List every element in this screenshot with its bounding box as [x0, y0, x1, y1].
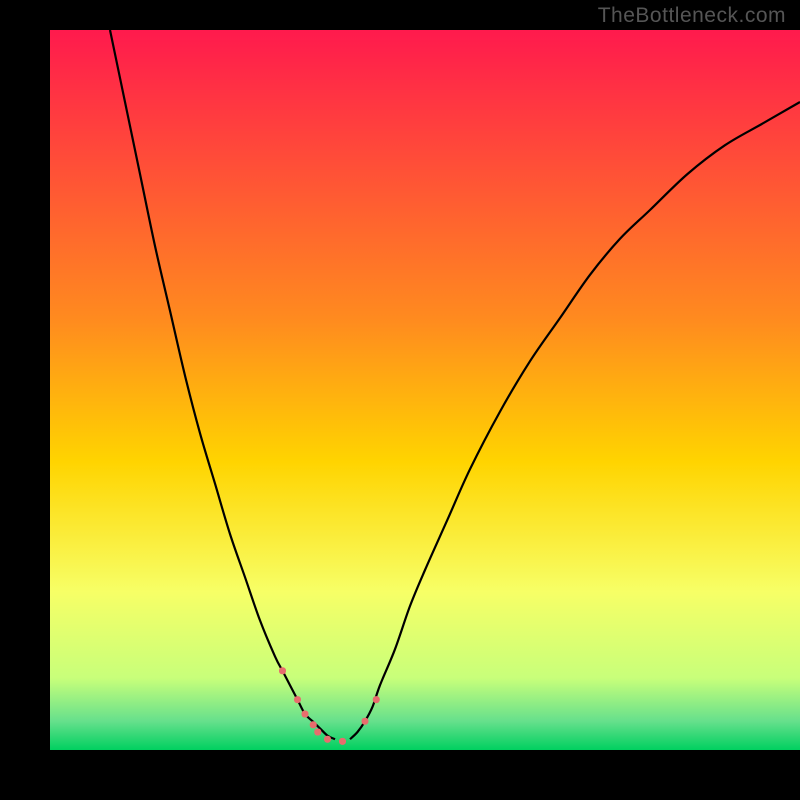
- watermark-text: TheBottleneck.com: [598, 4, 786, 28]
- data-marker: [324, 736, 331, 743]
- chart-container: TheBottleneck.com: [0, 0, 800, 800]
- plot-area: [50, 30, 800, 750]
- curves-layer: [50, 30, 800, 750]
- data-marker: [310, 721, 317, 728]
- data-markers: [279, 667, 380, 745]
- right-curve: [350, 102, 800, 739]
- data-marker: [294, 696, 301, 703]
- data-marker: [362, 718, 369, 725]
- left-curve: [110, 30, 335, 739]
- data-marker: [314, 729, 321, 736]
- data-marker: [279, 667, 286, 674]
- data-marker: [339, 738, 346, 745]
- data-marker: [302, 711, 309, 718]
- data-marker: [373, 696, 380, 703]
